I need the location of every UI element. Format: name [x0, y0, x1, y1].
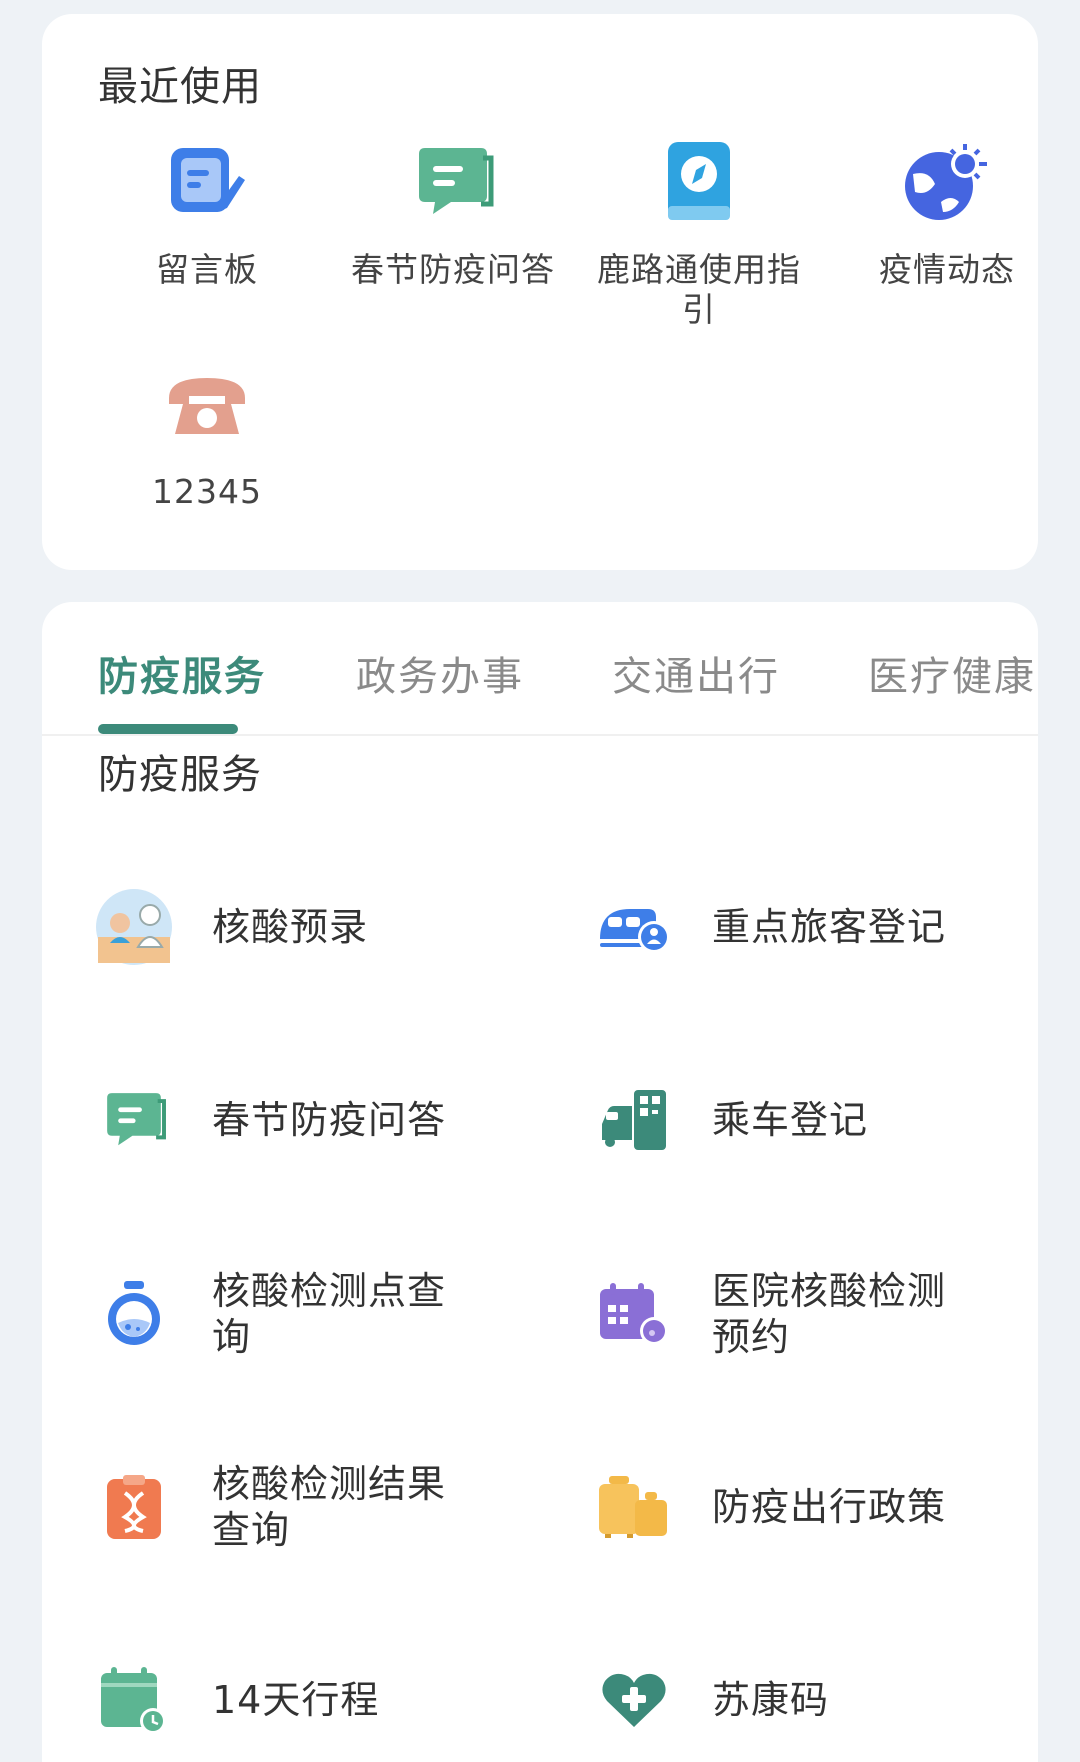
- service-item-label: 乘车登记: [712, 1098, 869, 1142]
- globe-virus-icon: [897, 132, 997, 232]
- heart-plus-icon: [594, 1660, 674, 1740]
- calendar-clock-icon: [94, 1660, 174, 1740]
- service-item-label: 防疫出行政策: [712, 1485, 947, 1529]
- service-item-label: 核酸检测点查询: [212, 1269, 447, 1359]
- guide-book-icon: [649, 132, 749, 232]
- tab-active-indicator: [98, 724, 238, 734]
- service-item-key-passenger[interactable]: 重点旅客登记: [594, 872, 972, 982]
- service-item-su-kang-code[interactable]: 苏康码: [594, 1645, 972, 1755]
- recent-item-hotline[interactable]: 12345: [92, 354, 322, 512]
- nucleic-test-avatar-icon: [94, 887, 174, 967]
- chat-bubble-icon: [94, 1080, 174, 1160]
- recent-item-label: 留言板: [156, 250, 258, 289]
- service-item-label: 核酸检测结果查询: [212, 1462, 447, 1552]
- service-item-test-result-query[interactable]: 核酸检测结果查询: [94, 1452, 472, 1562]
- service-item-ride-register[interactable]: 乘车登记: [594, 1065, 972, 1175]
- service-item-nucleic-prereg[interactable]: 核酸预录: [94, 872, 472, 982]
- tab-transportation[interactable]: 交通出行: [612, 644, 780, 702]
- recent-item-spring-qa[interactable]: 春节防疫问答: [338, 132, 568, 290]
- chat-bubble-icon: [403, 132, 503, 232]
- service-item-label: 核酸预录: [212, 905, 369, 949]
- calendar-flask-icon: [594, 1274, 674, 1354]
- service-item-test-site-query[interactable]: 核酸检测点查询: [94, 1259, 472, 1369]
- service-item-label: 医院核酸检测预约: [712, 1269, 947, 1359]
- recent-section-title: 最近使用: [98, 64, 262, 110]
- tab-epidemic-services[interactable]: 防疫服务: [98, 644, 266, 702]
- car-qrcode-icon: [594, 1080, 674, 1160]
- tab-medical-health[interactable]: 医疗健康: [868, 644, 1036, 702]
- service-item-label: 14天行程: [212, 1678, 380, 1722]
- service-item-hospital-booking[interactable]: 医院核酸检测预约: [594, 1259, 972, 1369]
- tab-government-affairs[interactable]: 政务办事: [356, 644, 524, 702]
- recent-item-label: 鹿路通使用指引: [597, 250, 801, 329]
- train-passenger-icon: [594, 887, 674, 967]
- telephone-icon: [157, 354, 257, 454]
- recent-item-label: 疫情动态: [879, 250, 1015, 289]
- recent-used-card: 最近使用 留言板 春节防疫问答 鹿路通使用指引 疫情动态 12345: [42, 14, 1038, 570]
- note-board-icon: [157, 132, 257, 232]
- luggage-icon: [594, 1467, 674, 1547]
- recent-item-epidemic-news[interactable]: 疫情动态: [832, 132, 1062, 290]
- service-item-label: 苏康码: [712, 1678, 830, 1722]
- service-item-spring-qa[interactable]: 春节防疫问答: [94, 1065, 472, 1175]
- category-tabs: 防疫服务 政务办事 交通出行 医疗健康: [42, 602, 1038, 736]
- recent-item-message-board[interactable]: 留言板: [92, 132, 322, 290]
- dna-clipboard-icon: [94, 1467, 174, 1547]
- service-item-label: 重点旅客登记: [712, 905, 947, 949]
- services-section-title: 防疫服务: [98, 752, 262, 798]
- flask-icon: [94, 1274, 174, 1354]
- service-item-label: 春节防疫问答: [212, 1098, 447, 1142]
- recent-item-label: 12345: [152, 472, 262, 511]
- recent-item-label: 春节防疫问答: [351, 250, 555, 289]
- service-item-travel-policy[interactable]: 防疫出行政策: [594, 1452, 972, 1562]
- services-card: 防疫服务 政务办事 交通出行 医疗健康 防疫服务 核酸预录 重点旅客登记 春节防…: [42, 602, 1038, 1762]
- recent-item-guide[interactable]: 鹿路通使用指引: [584, 132, 814, 330]
- service-item-14day-itinerary[interactable]: 14天行程: [94, 1645, 472, 1755]
